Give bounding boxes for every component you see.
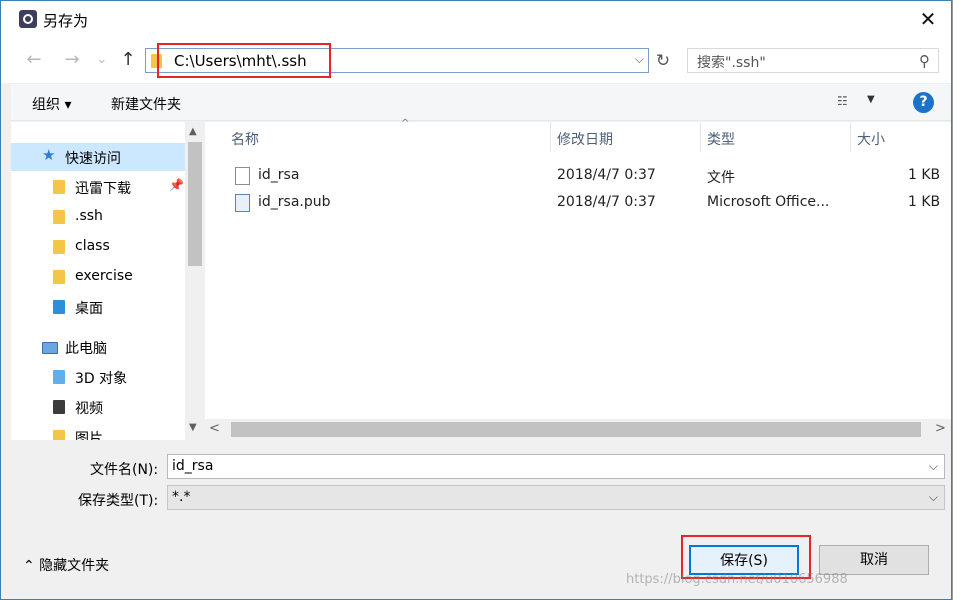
nav-item-label: 3D 对象 <box>75 371 128 387</box>
window-title: 另存为 <box>43 12 89 30</box>
nav-item-pictures[interactable]: 图片 <box>11 423 185 440</box>
search-icon[interactable]: ⚲ <box>919 52 930 70</box>
nav-scrollbar[interactable]: ▲ ▼ <box>185 122 205 440</box>
nav-item-label: exercise <box>75 268 133 284</box>
column-header-size[interactable]: 大小 <box>851 122 951 152</box>
save-as-dialog: 另存为 ✕ ← → ⌄ ↑ C:\Users\mht\.ssh ⌵ ↻ 搜索".… <box>0 0 952 600</box>
folder-icon <box>53 180 65 194</box>
filename-field[interactable]: id_rsa ⌵ <box>167 454 945 479</box>
video-icon <box>53 400 65 414</box>
nav-item-3d-objects[interactable]: 3D 对象 <box>11 363 185 391</box>
nav-item-desktop[interactable]: 桌面 <box>11 293 185 321</box>
cancel-button[interactable]: 取消 <box>819 545 929 575</box>
back-arrow-icon[interactable]: ← <box>23 49 45 71</box>
filetype-label: 保存类型(T): <box>78 493 159 509</box>
file-type: 文件 <box>707 170 735 186</box>
nav-item-this-pc[interactable]: 此电脑 <box>11 333 185 361</box>
file-name: id_rsa <box>258 167 300 183</box>
public-key-file-icon <box>235 194 250 212</box>
background-window-edge <box>952 0 960 600</box>
navigation-pane: ★ 快速访问 迅雷下载 📌 .ssh class exercise 桌面 此电脑 <box>11 122 205 440</box>
file-date: 2018/4/7 0:37 <box>557 194 656 210</box>
file-list-hscroll-thumb[interactable] <box>231 422 921 437</box>
nav-item-class[interactable]: class <box>11 233 185 261</box>
up-arrow-icon[interactable]: ↑ <box>117 49 139 71</box>
view-options-icon[interactable]: ☷ <box>837 94 855 110</box>
filetype-select[interactable]: *.* ⌵ <box>167 485 945 510</box>
highlight-box-address <box>157 43 331 78</box>
nav-scroll-thumb[interactable] <box>188 142 202 266</box>
close-button[interactable]: ✕ <box>905 1 951 37</box>
nav-item-videos[interactable]: 视频 <box>11 393 185 421</box>
chevron-down-icon[interactable]: ⌵ <box>635 52 644 67</box>
nav-item-ssh[interactable]: .ssh <box>11 203 185 231</box>
folder-icon <box>53 270 65 284</box>
forward-arrow-icon[interactable]: → <box>61 49 83 71</box>
chevron-down-icon[interactable]: ⌵ <box>929 490 938 505</box>
hide-folders-toggle[interactable]: ⌃ 隐藏文件夹 <box>23 555 109 575</box>
nav-item-exercise[interactable]: exercise <box>11 263 185 291</box>
filetype-value: *.* <box>172 489 191 505</box>
recent-locations-icon[interactable]: ⌄ <box>91 49 113 71</box>
filename-label: 文件名(N): <box>90 462 159 478</box>
chevron-down-icon[interactable]: ⌵ <box>929 459 938 474</box>
file-list: 名称 ^ 修改日期 类型 大小 id_rsa 2018/4/7 0:37 文件 … <box>205 118 951 440</box>
pictures-icon <box>53 430 65 440</box>
nav-item-label: 图片 <box>75 431 103 440</box>
address-row: ← → ⌄ ↑ C:\Users\mht\.ssh ⌵ ↻ 搜索".ssh" ⚲ <box>1 37 951 83</box>
column-header-date[interactable]: 修改日期 <box>551 122 701 152</box>
computer-icon <box>42 342 58 354</box>
app-icon <box>19 10 37 28</box>
file-list-hscrollbar[interactable]: < > <box>205 419 951 440</box>
title-bar: 另存为 ✕ <box>1 1 951 37</box>
filename-value[interactable]: id_rsa <box>172 458 213 474</box>
file-date: 2018/4/7 0:37 <box>557 167 656 183</box>
view-dropdown-icon[interactable]: ▼ <box>867 94 875 105</box>
file-icon <box>235 167 250 185</box>
file-name: id_rsa.pub <box>258 194 331 210</box>
column-header-label: 名称 <box>231 132 259 148</box>
column-header-type[interactable]: 类型 <box>701 122 851 152</box>
nav-item-label: class <box>75 238 110 254</box>
column-header-name[interactable]: 名称 ^ <box>225 118 551 152</box>
file-size: 1 KB <box>908 167 941 183</box>
new-folder-button[interactable]: 新建文件夹 <box>111 94 181 114</box>
scroll-up-icon[interactable]: ▲ <box>189 126 197 137</box>
command-bar: 组织 ▾ 新建文件夹 ☷ ▼ ? <box>11 84 951 121</box>
file-row[interactable]: id_rsa 2018/4/7 0:37 文件 1 KB <box>231 163 951 190</box>
file-size: 1 KB <box>908 194 941 210</box>
sort-ascending-icon: ^ <box>401 118 410 129</box>
watermark: https://blog.csdn.net/u010656988 <box>626 572 848 587</box>
star-icon: ★ <box>42 146 56 164</box>
search-placeholder: 搜索".ssh" <box>697 55 766 71</box>
nav-item-label: .ssh <box>75 208 103 224</box>
nav-item-label: 此电脑 <box>65 341 107 357</box>
nav-item-label: 快速访问 <box>65 151 121 167</box>
scroll-left-icon[interactable]: < <box>209 421 220 436</box>
nav-item-label: 桌面 <box>75 301 103 317</box>
folder-icon <box>53 210 65 224</box>
organize-menu[interactable]: 组织 ▾ <box>32 94 71 114</box>
desktop-icon <box>53 300 65 314</box>
refresh-icon[interactable]: ↻ <box>653 51 673 71</box>
file-row[interactable]: id_rsa.pub 2018/4/7 0:37 Microsoft Offic… <box>231 190 951 217</box>
search-input[interactable]: 搜索".ssh" ⚲ <box>687 48 939 73</box>
nav-item-label: 迅雷下载 <box>75 181 131 197</box>
nav-item-thunder-downloads[interactable]: 迅雷下载 📌 <box>11 173 185 201</box>
nav-item-quick-access[interactable]: ★ 快速访问 <box>11 143 185 171</box>
scroll-right-icon[interactable]: > <box>935 421 946 436</box>
scroll-down-icon[interactable]: ▼ <box>189 422 197 433</box>
pin-icon[interactable]: 📌 <box>169 178 184 192</box>
folder-icon <box>53 240 65 254</box>
help-icon[interactable]: ? <box>913 92 934 113</box>
3d-objects-icon <box>53 370 65 384</box>
nav-item-label: 视频 <box>75 401 103 417</box>
file-type: Microsoft Office... <box>707 194 830 210</box>
